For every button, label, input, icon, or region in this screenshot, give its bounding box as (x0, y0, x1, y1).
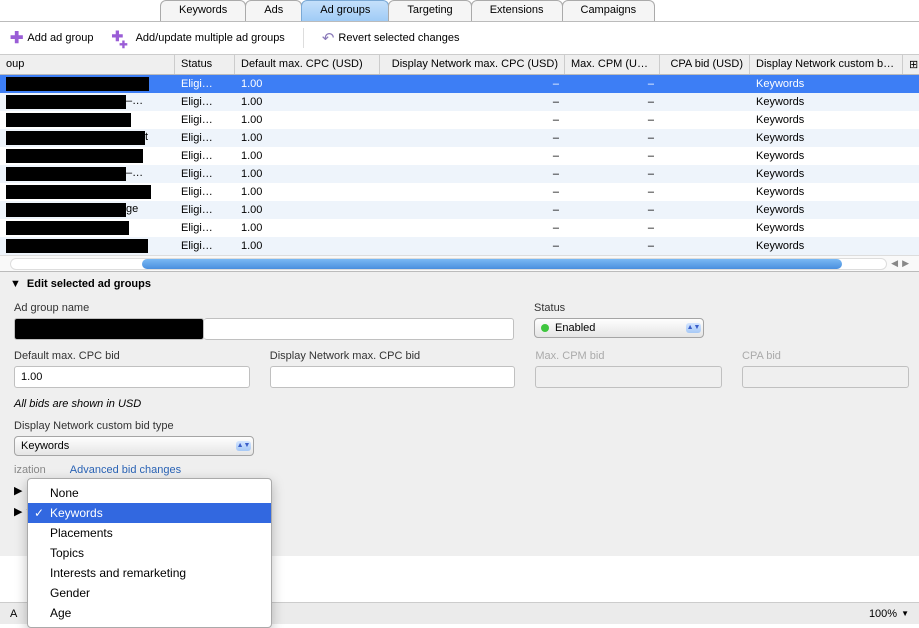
table-row[interactable]: tEligi…1.00––Keywords (0, 129, 919, 147)
dcpc-input[interactable] (270, 366, 516, 388)
revert-label: Revert selected changes (338, 32, 459, 44)
chevron-down-icon: ▼ (901, 609, 909, 618)
table-row[interactable]: –…Eligi…1.00––Keywords (0, 93, 919, 111)
table-row[interactable]: Eligi…1.00––Keywords (0, 183, 919, 201)
col-cpa[interactable]: CPA bid (USD) (660, 55, 750, 74)
revert-icon: ↶ (322, 29, 335, 47)
capitalization-partial: ization (14, 464, 46, 476)
scroll-right-icon[interactable]: ▶ (902, 258, 909, 269)
tab-campaigns[interactable]: Campaigns (562, 0, 656, 21)
col-cpc[interactable]: Default max. CPC (USD) (235, 55, 380, 74)
col-cpm[interactable]: Max. CPM (USD) (565, 55, 660, 74)
scrollbar-thumb[interactable] (142, 259, 842, 269)
ad-groups-grid: oup Status Default max. CPC (USD) Displa… (0, 55, 919, 255)
add-ad-group-label: Add ad group (27, 32, 93, 44)
table-row[interactable]: –…Eligi…1.00––Keywords (0, 165, 919, 183)
status-value: Enabled (555, 322, 595, 334)
advanced-bid-link[interactable]: Advanced bid changes (70, 464, 181, 476)
table-row[interactable]: Eligi…1.00––Keywords (0, 75, 919, 93)
dropdown-item[interactable]: Topics (28, 543, 271, 563)
status-label: Status (534, 302, 704, 314)
dropdown-item[interactable]: Interests and remarketing (28, 563, 271, 583)
add-ad-group-button[interactable]: ✚ Add ad group (10, 28, 93, 48)
edit-panel-header[interactable]: ▼ Edit selected ad groups (10, 278, 909, 290)
tab-extensions[interactable]: Extensions (471, 0, 563, 21)
horizontal-scrollbar[interactable]: ◀ ▶ (0, 255, 919, 271)
name-label: Ad group name (14, 302, 514, 314)
table-row[interactable]: Eligi…1.00––Keywords (0, 111, 919, 129)
divider (303, 28, 304, 48)
bidtype-label: Display Network custom bid type (14, 420, 254, 432)
table-row[interactable]: Eligi…1.00––Keywords (0, 237, 919, 255)
bidtype-value: Keywords (21, 440, 69, 452)
bidtype-dropdown: None✓KeywordsPlacementsTopicsInterests a… (27, 478, 272, 628)
tab-keywords[interactable]: Keywords (160, 0, 246, 21)
scroll-left-icon[interactable]: ◀ (891, 258, 898, 269)
disclosure-icon: ▼ (10, 278, 21, 290)
name-input-redacted[interactable] (14, 318, 204, 340)
table-row[interactable]: geEligi…1.00––Keywords (0, 201, 919, 219)
status-dot-icon (541, 324, 549, 332)
cpm-input (535, 366, 722, 388)
dropdown-item[interactable]: None (28, 483, 271, 503)
zoom-control[interactable]: 100% ▼ (869, 608, 909, 620)
table-row[interactable]: Eligi…1.00––Keywords (0, 147, 919, 165)
bids-note: All bids are shown in USD (14, 398, 909, 410)
tab-targeting[interactable]: Targeting (388, 0, 471, 21)
main-tabs: Keywords Ads Ad groups Targeting Extensi… (0, 0, 919, 22)
select-caret-icon: ▲▼ (236, 441, 251, 451)
bidtype-select[interactable]: Keywords ▲▼ (14, 436, 254, 456)
col-group[interactable]: oup (0, 55, 175, 74)
table-row[interactable]: Eligi…1.00––Keywords (0, 219, 919, 237)
select-caret-icon: ▲▼ (686, 323, 701, 333)
col-dcpc[interactable]: Display Network max. CPC (USD) (380, 55, 565, 74)
add-multiple-label: Add/update multiple ad groups (136, 32, 285, 44)
add-multiple-button[interactable]: ✚✚ Add/update multiple ad groups (111, 28, 284, 48)
revert-button[interactable]: ↶ Revert selected changes (322, 29, 460, 47)
plus-multi-icon: ✚✚ (111, 28, 131, 48)
toolbar: ✚ Add ad group ✚✚ Add/update multiple ad… (0, 22, 919, 55)
grid-header: oup Status Default max. CPC (USD) Displa… (0, 55, 919, 75)
col-bidtype[interactable]: Display Network custom bid type (750, 55, 903, 74)
dropdown-item[interactable]: Placements (28, 523, 271, 543)
cpa-label: CPA bid (742, 350, 909, 362)
chevron-right-icon: ▶ (14, 484, 22, 497)
cpm-label: Max. CPM bid (535, 350, 722, 362)
chevron-right-icon: ▶ (14, 505, 22, 518)
name-input[interactable] (204, 318, 514, 340)
grid-body: Eligi…1.00––Keywords –…Eligi…1.00––Keywo… (0, 75, 919, 255)
dropdown-item[interactable]: ✓Keywords (28, 503, 271, 523)
plus-icon: ✚ (10, 28, 23, 48)
dcpc-label: Display Network max. CPC bid (270, 350, 516, 362)
cpc-input[interactable] (14, 366, 250, 388)
cpc-label: Default max. CPC bid (14, 350, 250, 362)
edit-panel-title: Edit selected ad groups (27, 278, 151, 290)
tab-ads[interactable]: Ads (245, 0, 302, 21)
status-select[interactable]: Enabled ▲▼ (534, 318, 704, 338)
cpa-input (742, 366, 909, 388)
col-config-icon[interactable]: ⊞ (903, 55, 919, 74)
zoom-value: 100% (869, 608, 897, 620)
col-status[interactable]: Status (175, 55, 235, 74)
dropdown-item[interactable]: Age (28, 603, 271, 623)
dropdown-item[interactable]: Gender (28, 583, 271, 603)
tab-ad-groups[interactable]: Ad groups (301, 0, 389, 21)
scrollbar-track[interactable] (10, 258, 887, 270)
